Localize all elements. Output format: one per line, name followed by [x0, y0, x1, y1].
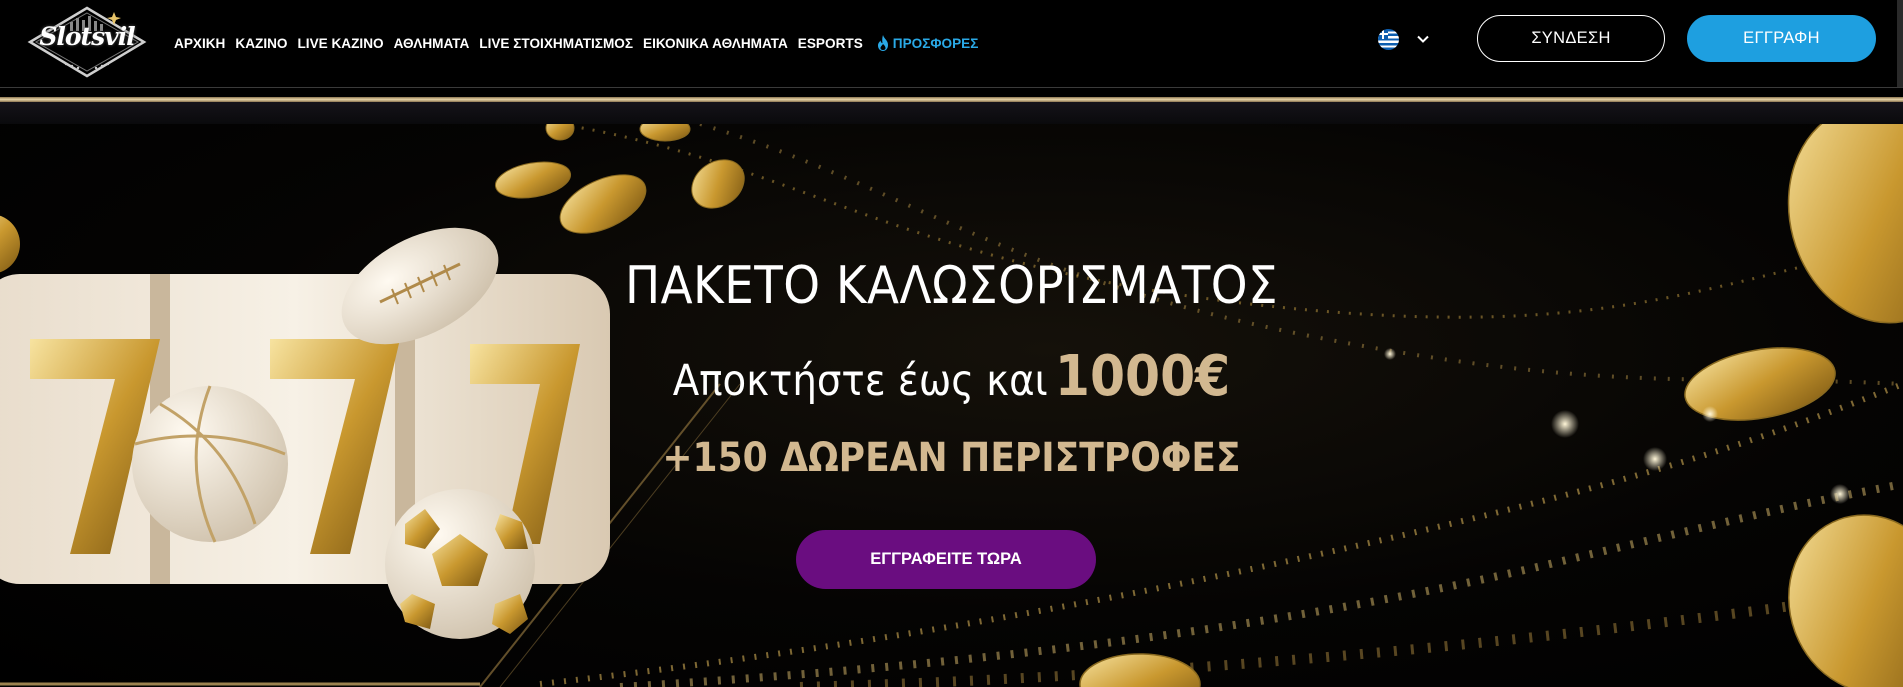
nav-item-promotions[interactable]: ΠΡΟΣΦΟΡΕΣ [875, 34, 979, 52]
greek-flag-icon [1378, 28, 1399, 50]
register-button[interactable]: ΕΓΓΡΑΦΗ [1687, 15, 1876, 62]
site-header: Slotsvil ΑΡΧΙΚΗ ΚΑΖΙΝΟ LIVE ΚΑΖΙΝΟ ΑΘΛΗΜ… [0, 0, 1903, 87]
nav-item-virtual-sports[interactable]: ΕΙΚΟΝΙΚΑ ΑΘΛΗΜΑΤΑ [643, 36, 788, 51]
scrollbar[interactable] [1897, 0, 1903, 87]
register-now-button[interactable]: ΕΓΓΡΑΦΕΙΤΕ ΤΩΡΑ [796, 530, 1096, 589]
hero-banner: ΠΑΚΕΤΟ ΚΑΛΩΣΟΡΙΣΜΑΤΟΣ Αποκτήστε έως και 1… [0, 124, 1903, 687]
hero-bonus-amount: 1000€ [1054, 344, 1231, 409]
hero-subtitle: Αποκτήστε έως και 1000€ [95, 344, 1808, 409]
main-nav: ΑΡΧΙΚΗ ΚΑΖΙΝΟ LIVE ΚΑΖΙΝΟ ΑΘΛΗΜΑΤΑ LIVE … [174, 33, 988, 53]
login-button[interactable]: ΣΥΝΔΕΣΗ [1477, 15, 1665, 62]
nav-item-sports[interactable]: ΑΘΛΗΜΑΤΑ [394, 36, 470, 51]
slotsvil-logo[interactable]: Slotsvil [26, 6, 148, 78]
nav-item-live-casino[interactable]: LIVE ΚΑΖΙΝΟ [297, 36, 383, 51]
language-selector[interactable] [1378, 28, 1438, 50]
flame-icon [877, 35, 888, 51]
logo-text: Slotsvil [39, 22, 135, 51]
header-divider [0, 87, 1903, 88]
hero-free-spins: +150 ΔΩΡΕΑΝ ΠΕΡΙΣΤΡΟΦΕΣ [662, 435, 1241, 481]
divider-shadow [0, 102, 1903, 124]
nav-item-home[interactable]: ΑΡΧΙΚΗ [174, 36, 225, 51]
nav-item-casino[interactable]: ΚΑΖΙΝΟ [235, 36, 287, 51]
chevron-down-icon [1417, 35, 1429, 43]
nav-item-esports[interactable]: ESPORTS [798, 36, 863, 51]
hero-title: ΠΑΚΕΤΟ ΚΑΛΩΣΟΡΙΣΜΑΤΟΣ [624, 256, 1279, 316]
hero-subtitle-prefix: Αποκτήστε έως και [672, 356, 1048, 406]
nav-item-live-betting[interactable]: LIVE ΣΤΟΙΧΗΜΑΤΙΣΜΟΣ [479, 36, 633, 51]
promotions-label: ΠΡΟΣΦΟΡΕΣ [892, 35, 979, 51]
